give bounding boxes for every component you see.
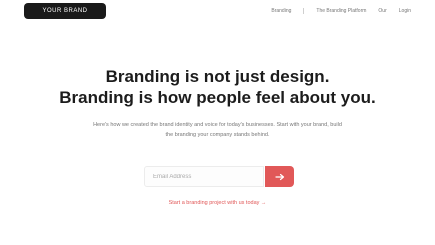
email-field[interactable] xyxy=(144,166,264,187)
top-nav: Branding The Branding Platform Our Login xyxy=(271,3,411,19)
arrow-right-icon xyxy=(274,168,285,186)
submit-button[interactable] xyxy=(265,166,294,187)
nav-item-platform[interactable]: The Branding Platform xyxy=(316,8,366,14)
cta-link[interactable]: Start a branding project with us today → xyxy=(0,200,435,206)
nav-divider xyxy=(303,8,305,14)
hero-title: Branding is not just design. Branding is… xyxy=(0,66,435,108)
hero-subtitle: Here's how we created the brand identity… xyxy=(93,122,342,138)
brand-logo[interactable]: YOUR BRAND xyxy=(24,3,106,19)
nav-item-branding[interactable]: Branding xyxy=(271,8,291,14)
brand-logo-text: YOUR BRAND xyxy=(42,8,88,14)
signup-form xyxy=(144,166,294,187)
nav-item-login[interactable]: Login xyxy=(399,8,411,14)
header: YOUR BRAND Branding The Branding Platfor… xyxy=(0,0,435,26)
nav-item-our[interactable]: Our xyxy=(378,8,386,14)
hero-title-line-2: Branding is how people feel about you. xyxy=(59,88,376,107)
hero-title-line-1: Branding is not just design. xyxy=(105,67,330,86)
